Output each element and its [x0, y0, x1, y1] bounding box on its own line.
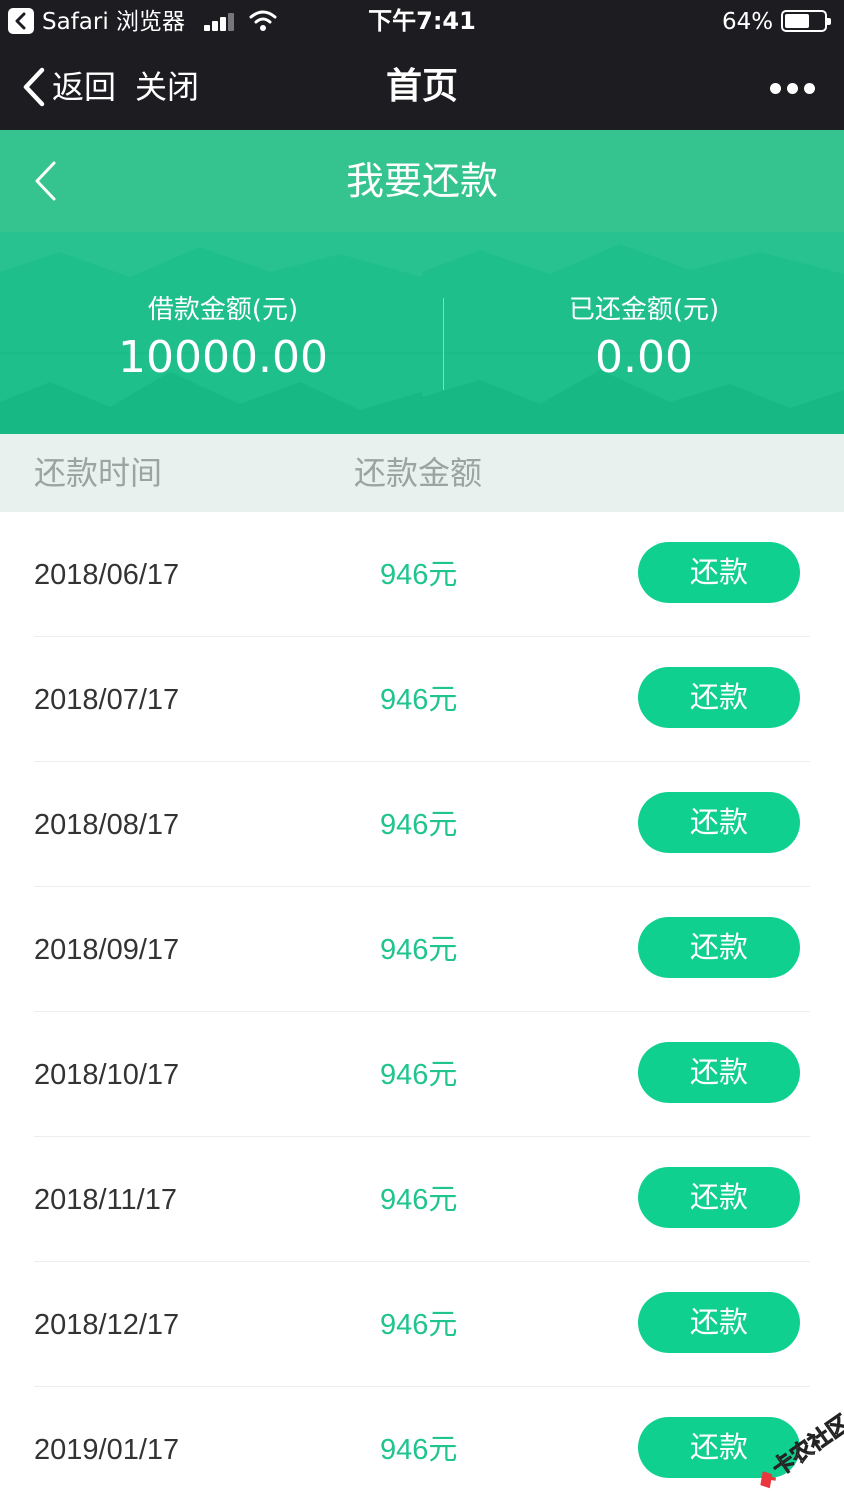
table-row: 2019/01/17 946元 还款: [0, 1387, 844, 1512]
repayment-amount: 946元: [380, 559, 458, 591]
table-row: 2018/09/17 946元 还款: [0, 887, 844, 1012]
repayment-date: 2018/12/17: [34, 1309, 180, 1341]
nav-title: 首页: [385, 66, 458, 107]
more-dots-icon[interactable]: [770, 83, 816, 95]
repaid-amount-label: 已还金额(元): [568, 295, 720, 325]
table-row: 2018/06/17 946元 还款: [0, 512, 844, 637]
repay-button[interactable]: 还款: [638, 667, 800, 728]
loan-summary: 借款金额(元) 10000.00 已还金额(元) 0.00: [0, 232, 844, 434]
repay-button[interactable]: 还款: [638, 1167, 800, 1228]
repayment-date: 2018/11/17: [34, 1184, 177, 1216]
repayment-date: 2018/09/17: [34, 934, 180, 966]
repayment-amount: 946元: [380, 934, 458, 966]
table-row: 2018/07/17 946元 还款: [0, 637, 844, 762]
repayment-date: 2018/08/17: [34, 809, 180, 841]
table-row: 2018/08/17 946元 还款: [0, 762, 844, 887]
watermark-logo: 卡农社区: [760, 1410, 844, 1489]
repaid-amount-block: 已还金额(元) 0.00: [433, 292, 844, 388]
status-bar: Safari 浏览器 下午7:41 64%: [0, 0, 844, 44]
repayment-date: 2019/01/17: [34, 1434, 180, 1466]
table-row: 2018/12/17 946元 还款: [0, 1262, 844, 1387]
page-title: 我要还款: [345, 159, 498, 203]
loan-amount-label: 借款金额(元): [147, 295, 299, 325]
repayment-date: 2018/07/17: [34, 684, 180, 716]
battery-icon: [781, 10, 831, 32]
repay-button[interactable]: 还款: [638, 1042, 800, 1103]
repaid-amount-value: 0.00: [595, 332, 693, 383]
repayment-list: 2018/06/17 946元 还款 2018/07/17 946元 还款 20…: [0, 512, 844, 1512]
battery-percentage: 64%: [722, 9, 774, 35]
repayment-amount: 946元: [380, 1309, 458, 1341]
browser-nav-bar: 返回 关闭 首页: [0, 44, 844, 130]
watermark-text: 卡农社区: [768, 1410, 844, 1482]
repay-button[interactable]: 还款: [638, 1292, 800, 1353]
column-header-amount: 还款金额: [354, 454, 483, 492]
clock: 下午7:41: [368, 7, 476, 35]
page-header: 我要还款: [0, 130, 844, 232]
loan-amount-block: 借款金额(元) 10000.00: [12, 292, 434, 388]
repayment-date: 2018/06/17: [34, 559, 180, 591]
table-row: 2018/10/17 946元 还款: [0, 1012, 844, 1137]
repayment-amount: 946元: [380, 809, 458, 841]
table-row: 2018/11/17 946元 还款: [0, 1137, 844, 1262]
loan-amount-value: 10000.00: [118, 332, 328, 383]
repayment-amount: 946元: [380, 1184, 458, 1216]
repay-button[interactable]: 还款: [638, 917, 800, 978]
repayment-date: 2018/10/17: [34, 1059, 180, 1091]
repay-button[interactable]: 还款: [638, 542, 800, 603]
repayment-amount: 946元: [380, 1059, 458, 1091]
column-header-date: 还款时间: [34, 454, 163, 492]
repay-button[interactable]: 还款: [638, 792, 800, 853]
table-header: 还款时间 还款金额: [0, 434, 844, 512]
repayment-amount: 946元: [380, 1434, 458, 1466]
repayment-amount: 946元: [380, 684, 458, 716]
